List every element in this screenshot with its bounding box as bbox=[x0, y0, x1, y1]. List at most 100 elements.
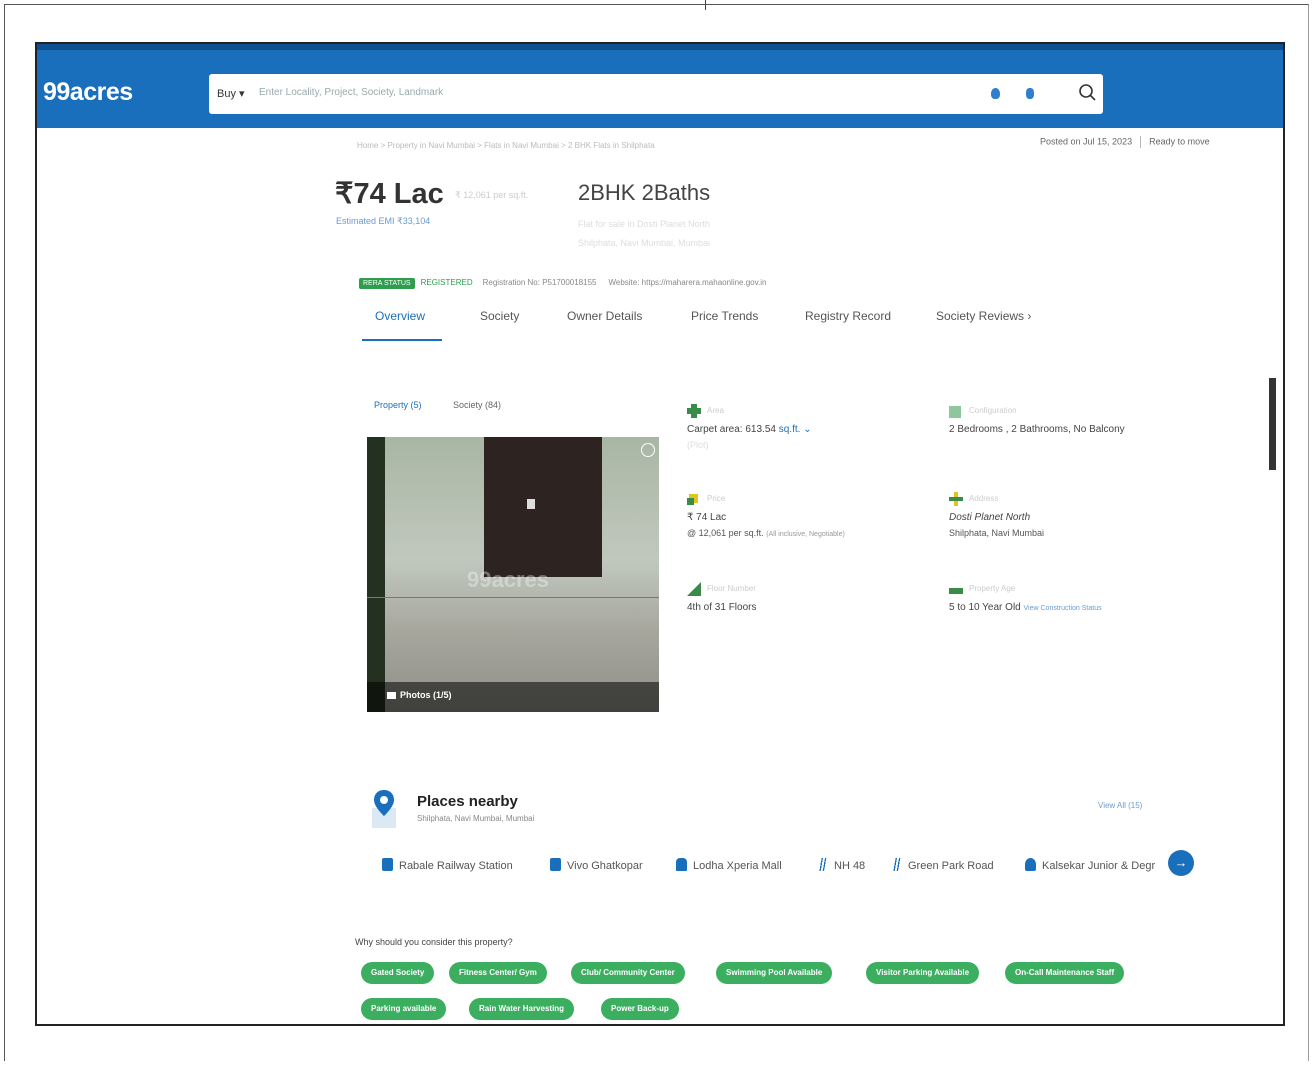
emi-link[interactable]: Estimated EMI ₹33,104 bbox=[336, 216, 430, 227]
places-next-button[interactable]: → bbox=[1168, 850, 1194, 876]
media-filter-society[interactable]: Society (84) bbox=[453, 400, 501, 410]
address-icon bbox=[949, 492, 963, 506]
search-bar[interactable]: Buy ▾ Enter Locality, Project, Society, … bbox=[209, 74, 1103, 114]
config-value: 2 Bedrooms , 2 Bathrooms, No Balcony bbox=[949, 424, 1125, 435]
posted-info: Posted on Jul 15, 2023 Ready to move bbox=[1040, 136, 1210, 148]
view-all-link[interactable]: View All (15) bbox=[1098, 801, 1142, 810]
chip-pool[interactable]: Swimming Pool Available bbox=[716, 962, 833, 984]
screenshot-frame: 99acres Buy ▾ Enter Locality, Project, S… bbox=[35, 42, 1285, 1026]
price-value: ₹ 74 Lac bbox=[687, 512, 727, 523]
photo-watermark: 99acres bbox=[467, 567, 549, 592]
site-header: 99acres Buy ▾ Enter Locality, Project, S… bbox=[37, 44, 1283, 128]
property-photo[interactable]: 99acres Photos (1/5) bbox=[367, 437, 659, 712]
breadcrumb[interactable]: Home > Property in Navi Mumbai > Flats i… bbox=[357, 141, 655, 150]
floor-label: Floor Number bbox=[707, 584, 756, 593]
tab-owner-details[interactable]: Owner Details bbox=[567, 309, 642, 323]
price-note: (All inclusive, Negotiable) bbox=[766, 531, 845, 538]
places-list: Rabale Railway Station Vivo Ghatkopar Lo… bbox=[370, 858, 1190, 878]
price-per-sqft-detail: @ 12,061 per sq.ft. bbox=[687, 528, 764, 538]
config-label: Configuration bbox=[969, 406, 1017, 415]
mic-icon[interactable] bbox=[1026, 88, 1034, 99]
place-item-green-park-road[interactable]: Green Park Road bbox=[891, 858, 994, 872]
price-tag-icon bbox=[687, 494, 698, 505]
search-icon[interactable] bbox=[1077, 82, 1099, 104]
chip-gated-society[interactable]: Gated Society bbox=[361, 962, 435, 984]
place-name: Vivo Ghatkopar bbox=[567, 860, 643, 872]
area-icon bbox=[687, 404, 701, 418]
floor-value: 4th of 31 Floors bbox=[687, 602, 757, 613]
tab-registry-record[interactable]: Registry Record bbox=[805, 309, 891, 323]
age-label: Property Age bbox=[969, 584, 1016, 593]
page-title: 2BHK 2Baths bbox=[578, 180, 711, 205]
search-input[interactable]: Enter Locality, Project, Society, Landma… bbox=[259, 87, 443, 98]
place-name: Rabale Railway Station bbox=[399, 860, 513, 872]
price-per-sqft: ₹ 12,061 per sq.ft. bbox=[455, 190, 529, 200]
active-tab-indicator bbox=[362, 339, 442, 341]
chip-visitor-parking[interactable]: Visitor Parking Available bbox=[866, 962, 980, 984]
price-label: Price bbox=[707, 494, 726, 503]
scan-mark bbox=[705, 0, 706, 10]
place-name: NH 48 bbox=[834, 860, 866, 872]
places-nearby-section: Places nearby Shilphata, Navi Mumbai, Mu… bbox=[370, 788, 1194, 888]
tab-price-trends[interactable]: Price Trends bbox=[691, 309, 758, 323]
area-sub: (Plot) bbox=[687, 440, 709, 450]
property-age: 5 to 10 Year Old bbox=[949, 602, 1021, 613]
graduation-cap-icon bbox=[1025, 858, 1036, 871]
chip-parking[interactable]: Parking available bbox=[361, 998, 447, 1020]
address-label: Address bbox=[969, 494, 999, 503]
address-value: Dosti Planet North bbox=[949, 512, 1031, 523]
place-name: Lodha Xperia Mall bbox=[693, 860, 782, 872]
place-item-vivo-ghatkopar[interactable]: Vivo Ghatkopar bbox=[550, 858, 643, 872]
location-icon[interactable] bbox=[991, 88, 1000, 99]
chip-rain-water[interactable]: Rain Water Harvesting bbox=[469, 998, 575, 1020]
buy-dropdown[interactable]: Buy ▾ bbox=[217, 87, 245, 100]
chip-club[interactable]: Club/ Community Center bbox=[571, 962, 685, 984]
tab-overview[interactable]: Overview bbox=[375, 309, 425, 323]
rera-website[interactable]: Website: https://maharera.mahaonline.gov… bbox=[608, 278, 766, 287]
bed-icon bbox=[949, 406, 961, 418]
place-item-rabale-station[interactable]: Rabale Railway Station bbox=[382, 858, 513, 872]
shopping-bag-icon bbox=[676, 858, 687, 871]
place-name: Kalsekar Junior & Degr bbox=[1042, 860, 1156, 872]
construction-status-link[interactable]: View Construction Status bbox=[1024, 605, 1102, 612]
place-name: Green Park Road bbox=[908, 860, 994, 872]
photo-door bbox=[484, 437, 602, 577]
photo-wall bbox=[367, 437, 385, 712]
rera-row: RERA STATUS REGISTERED Registration No: P5… bbox=[359, 278, 766, 292]
road-icon bbox=[817, 858, 828, 871]
photo-floor bbox=[367, 597, 659, 598]
zoom-icon[interactable] bbox=[641, 443, 655, 457]
floor-icon bbox=[687, 582, 701, 596]
tab-society-reviews[interactable]: Society Reviews › bbox=[936, 309, 1031, 323]
chip-gym[interactable]: Fitness Center/ Gym bbox=[449, 962, 547, 984]
address-sub: Shilphata, Navi Mumbai bbox=[949, 528, 1045, 538]
place-item-lodha-mall[interactable]: Lodha Xperia Mall bbox=[676, 858, 782, 872]
rera-status-badge[interactable]: RERA STATUS bbox=[359, 278, 415, 289]
map-pin-icon bbox=[372, 790, 396, 828]
bus-icon bbox=[550, 858, 561, 871]
why-consider-title: Why should you consider this property? bbox=[355, 937, 513, 947]
media-filter-property[interactable]: Property (5) bbox=[374, 400, 422, 410]
carpet-area: Carpet area: 613.54 bbox=[687, 424, 776, 435]
area-unit-dropdown[interactable]: sq.ft. ⌄ bbox=[779, 424, 812, 435]
chip-power-backup[interactable]: Power Back-up bbox=[601, 998, 679, 1020]
scrollbar-thumb[interactable] bbox=[1269, 378, 1276, 470]
place-item-nh48[interactable]: NH 48 bbox=[817, 858, 865, 872]
chip-maintenance[interactable]: On-Call Maintenance Staff bbox=[1005, 962, 1125, 984]
price-sub: @ 12,061 per sq.ft. (All inclusive, Nego… bbox=[687, 528, 845, 538]
ready-status: Ready to move bbox=[1149, 136, 1210, 147]
listing-location: Shilphata, Navi Mumbai, Mumbai bbox=[578, 238, 711, 248]
photos-count-button[interactable]: Photos (1/5) bbox=[387, 690, 452, 700]
places-title: Places nearby bbox=[417, 793, 518, 810]
road-icon bbox=[891, 858, 902, 871]
listing-price: ₹74 Lac bbox=[335, 178, 444, 210]
scanned-page: 99acres Buy ▾ Enter Locality, Project, S… bbox=[0, 0, 1313, 1065]
posted-date: Posted on Jul 15, 2023 bbox=[1040, 136, 1133, 147]
photo-door-knob bbox=[527, 499, 535, 509]
place-item-kalsekar-college[interactable]: Kalsekar Junior & Degr bbox=[1025, 858, 1155, 872]
tab-society[interactable]: Society bbox=[480, 309, 519, 323]
listing-subtitle: Flat for sale in Dosti Planet North bbox=[578, 219, 711, 229]
area-value: Carpet area: 613.54 sq.ft. ⌄ bbox=[687, 424, 812, 435]
highlights-chips: Gated Society Fitness Center/ Gym Club/ … bbox=[361, 962, 1181, 1022]
site-logo[interactable]: 99acres bbox=[43, 78, 133, 107]
